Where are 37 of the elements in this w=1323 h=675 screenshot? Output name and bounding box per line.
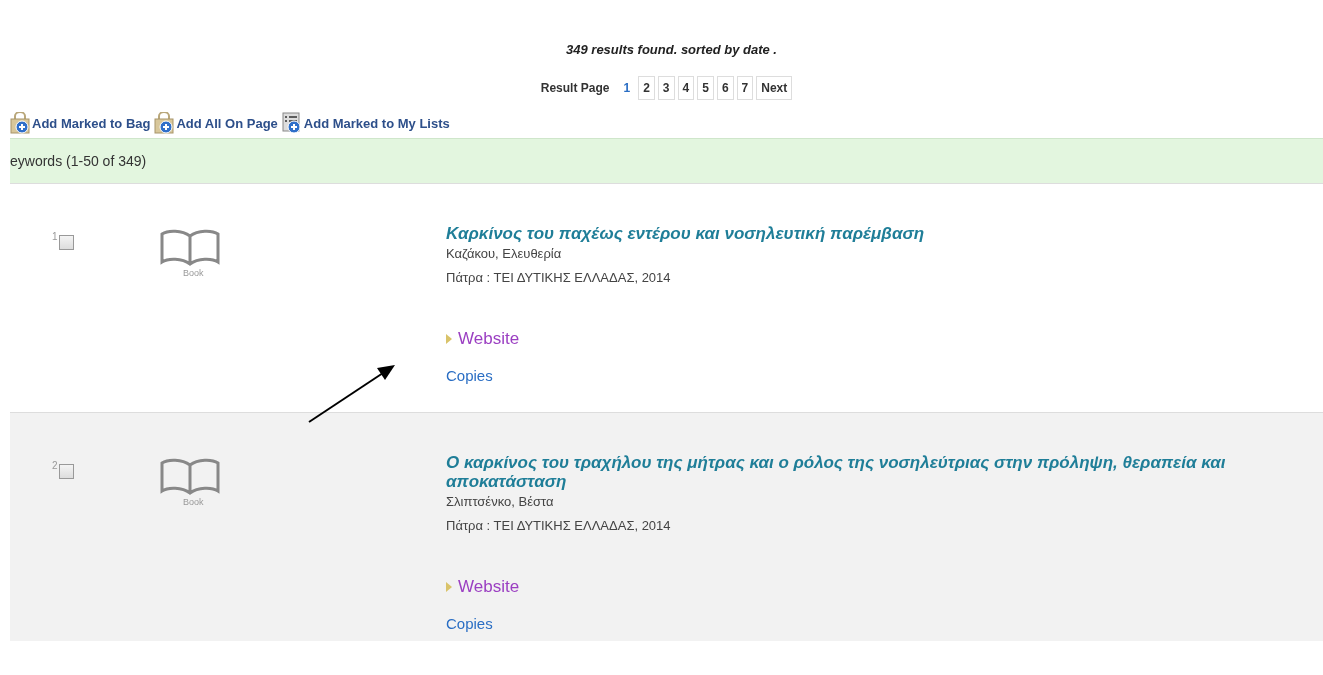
page-link[interactable]: 2 — [638, 76, 655, 100]
website-link[interactable]: Website — [458, 577, 520, 597]
title-link[interactable]: Ο καρκίνος του τραχήλου της μήτρας και ο ρόλος της νοσηλεύτριας στην πρόληψη, θεραπεία και αποκατάσταση — [446, 453, 1226, 491]
mark-checkbox[interactable] — [58, 235, 74, 250]
page-link[interactable]: 4 — [677, 76, 695, 100]
results-count: eywords (1-50 of 349) — [10, 153, 147, 169]
page-link[interactable]: 5 — [697, 76, 714, 100]
result-number: 1 — [52, 232, 58, 242]
format-label: Book — [183, 497, 204, 507]
title-link[interactable]: Καρκίνος του παχέως εντέρου και νοσηλευτική παρέμβαση — [446, 224, 1226, 243]
author-text: Σλιπτσένκο, Βέστα — [446, 494, 555, 509]
next-link[interactable]: Next — [756, 76, 793, 100]
page-link[interactable]: 6 — [716, 76, 734, 100]
copies-link[interactable]: Copies — [446, 367, 493, 384]
publication-text: Πάτρα : ΤΕΙ ΔΥΤΙΚΗΣ ΕΛΛΑΔΑΣ, 2014 — [446, 518, 672, 533]
website-link[interactable]: Website — [458, 329, 520, 349]
page-link[interactable]: 3 — [657, 76, 675, 100]
result-number: 2 — [52, 461, 58, 471]
toolbar-link[interactable]: Add Marked to Bag — [10, 112, 151, 134]
triangle-icon — [446, 334, 452, 344]
pager-label: Result Page — [540, 81, 610, 95]
author-text: Καζάκου, Ελευθερία — [446, 246, 563, 261]
bag-add-icon — [10, 112, 30, 134]
toolbar-link[interactable]: Add All On Page — [154, 112, 278, 134]
copies-link[interactable]: Copies — [446, 615, 493, 632]
toolbar-link[interactable]: Add Marked to My Lists — [281, 112, 450, 134]
results-summary: 349 results found. sorted by date . — [565, 41, 778, 59]
page-link[interactable]: 1 — [618, 76, 636, 100]
publication-text: Πάτρα : ΤΕΙ ΔΥΤΙΚΗΣ ΕΛΛΑΔΑΣ, 2014 — [446, 270, 672, 285]
book-icon — [158, 228, 222, 268]
triangle-icon — [446, 582, 452, 592]
bag-add-icon — [154, 112, 175, 134]
page-link[interactable]: 7 — [736, 76, 754, 100]
format-label: Book — [183, 268, 204, 278]
book-icon — [158, 457, 222, 497]
list-add-icon — [281, 112, 302, 134]
mark-checkbox[interactable] — [58, 464, 74, 479]
